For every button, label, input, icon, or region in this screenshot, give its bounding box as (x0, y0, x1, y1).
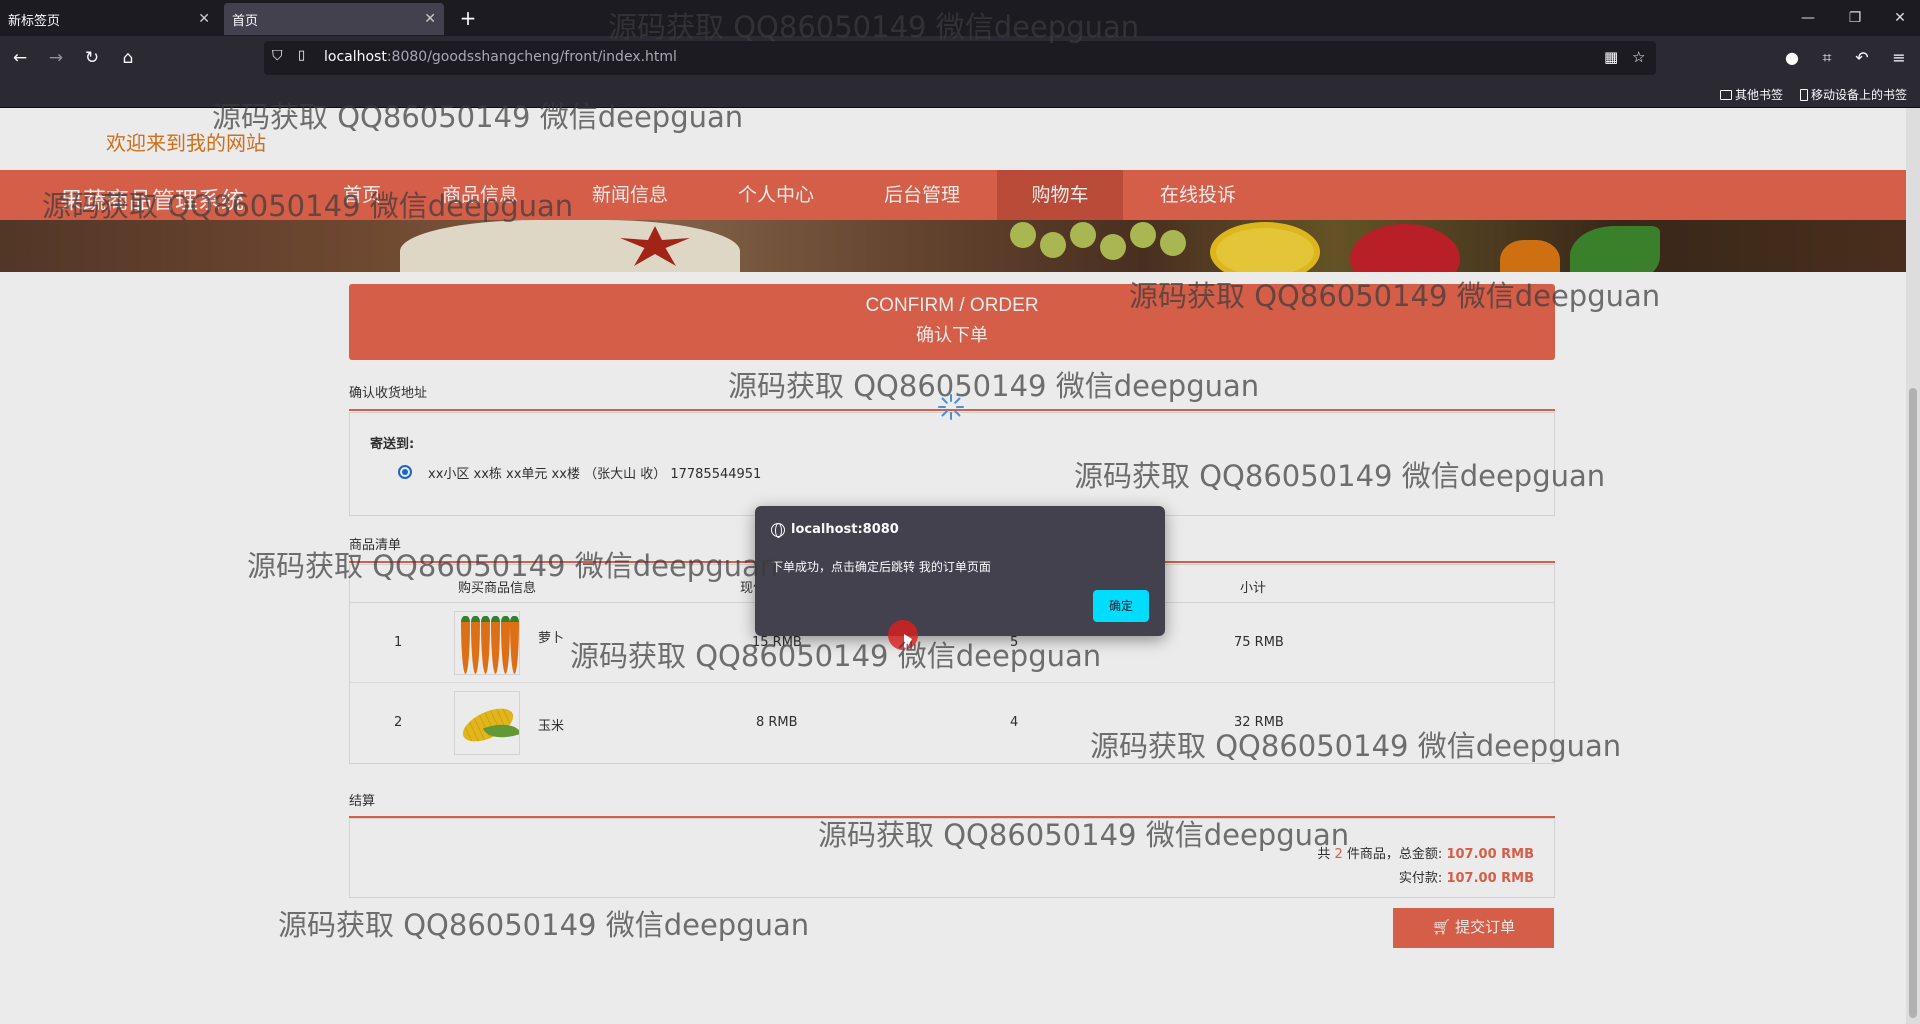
click-highlight (888, 620, 918, 650)
minimize-icon[interactable]: — (1793, 6, 1823, 30)
close-icon[interactable]: ✕ (424, 11, 436, 27)
bookmark-star-icon[interactable]: ☆ (1632, 48, 1645, 66)
bookmark-other[interactable]: 其他书签 (1720, 86, 1783, 103)
url-host: localhost (324, 49, 387, 65)
crop-icon[interactable]: ⌗ (1815, 46, 1839, 70)
browser-tab-home[interactable]: 首页 ✕ (224, 3, 444, 35)
new-tab-button[interactable]: + (456, 6, 480, 30)
browser-tab-newtab[interactable]: 新标签页 ✕ (0, 3, 218, 35)
menu-icon[interactable]: ≡ (1887, 46, 1911, 70)
url-path: :8080/goodsshangcheng/front/index.html (386, 49, 677, 65)
bookmarks-bar: 其他书签 移动设备上的书签 (0, 80, 1920, 108)
dialog-message: 下单成功，点击确定后跳转 我的订单页面 (771, 560, 991, 574)
dialog-ok-button[interactable]: 确定 (1093, 590, 1149, 622)
dialog-origin-text: localhost:8080 (791, 522, 899, 537)
undo-icon[interactable]: ↶ (1850, 46, 1874, 70)
dialog-origin: localhost:8080 (771, 522, 899, 538)
reload-icon[interactable]: ↻ (80, 46, 104, 70)
shield-icon[interactable]: ⛉ (272, 48, 283, 64)
bookmark-label: 移动设备上的书签 (1811, 88, 1908, 102)
mobile-icon (1800, 88, 1808, 101)
folder-icon (1720, 89, 1732, 100)
alert-dialog: localhost:8080 下单成功，点击确定后跳转 我的订单页面 确定 (755, 506, 1165, 636)
home-icon[interactable]: ⌂ (116, 46, 140, 70)
forward-icon[interactable]: → (44, 46, 68, 70)
browser-tab-bar: 新标签页 ✕ 首页 ✕ + — ❐ ✕ (0, 0, 1920, 36)
url-text[interactable]: localhost:8080/goodsshangcheng/front/ind… (324, 49, 677, 65)
close-icon[interactable]: ✕ (198, 11, 210, 27)
tab-label: 新标签页 (8, 13, 61, 29)
restore-icon[interactable]: ❐ (1840, 6, 1870, 30)
browser-toolbar: ← → ↻ ⌂ ⛉ ▯ localhost:8080/goodsshangche… (0, 36, 1920, 80)
mouse-cursor-icon (904, 634, 912, 653)
loading-spinner-icon (938, 394, 964, 420)
address-bar[interactable]: ⛉ ▯ localhost:8080/goodsshangcheng/front… (264, 41, 1656, 75)
tab-label: 首页 (232, 13, 259, 29)
window-close-icon[interactable]: ✕ (1885, 6, 1915, 30)
bookmark-label: 其他书签 (1735, 88, 1784, 102)
qr-code-icon[interactable]: ▦ (1604, 48, 1618, 66)
globe-icon (771, 522, 785, 538)
page-icon: ▯ (298, 48, 306, 63)
back-icon[interactable]: ← (8, 46, 32, 70)
bookmark-mobile[interactable]: 移动设备上的书签 (1800, 86, 1907, 103)
extension-icon[interactable]: ● (1780, 46, 1804, 70)
